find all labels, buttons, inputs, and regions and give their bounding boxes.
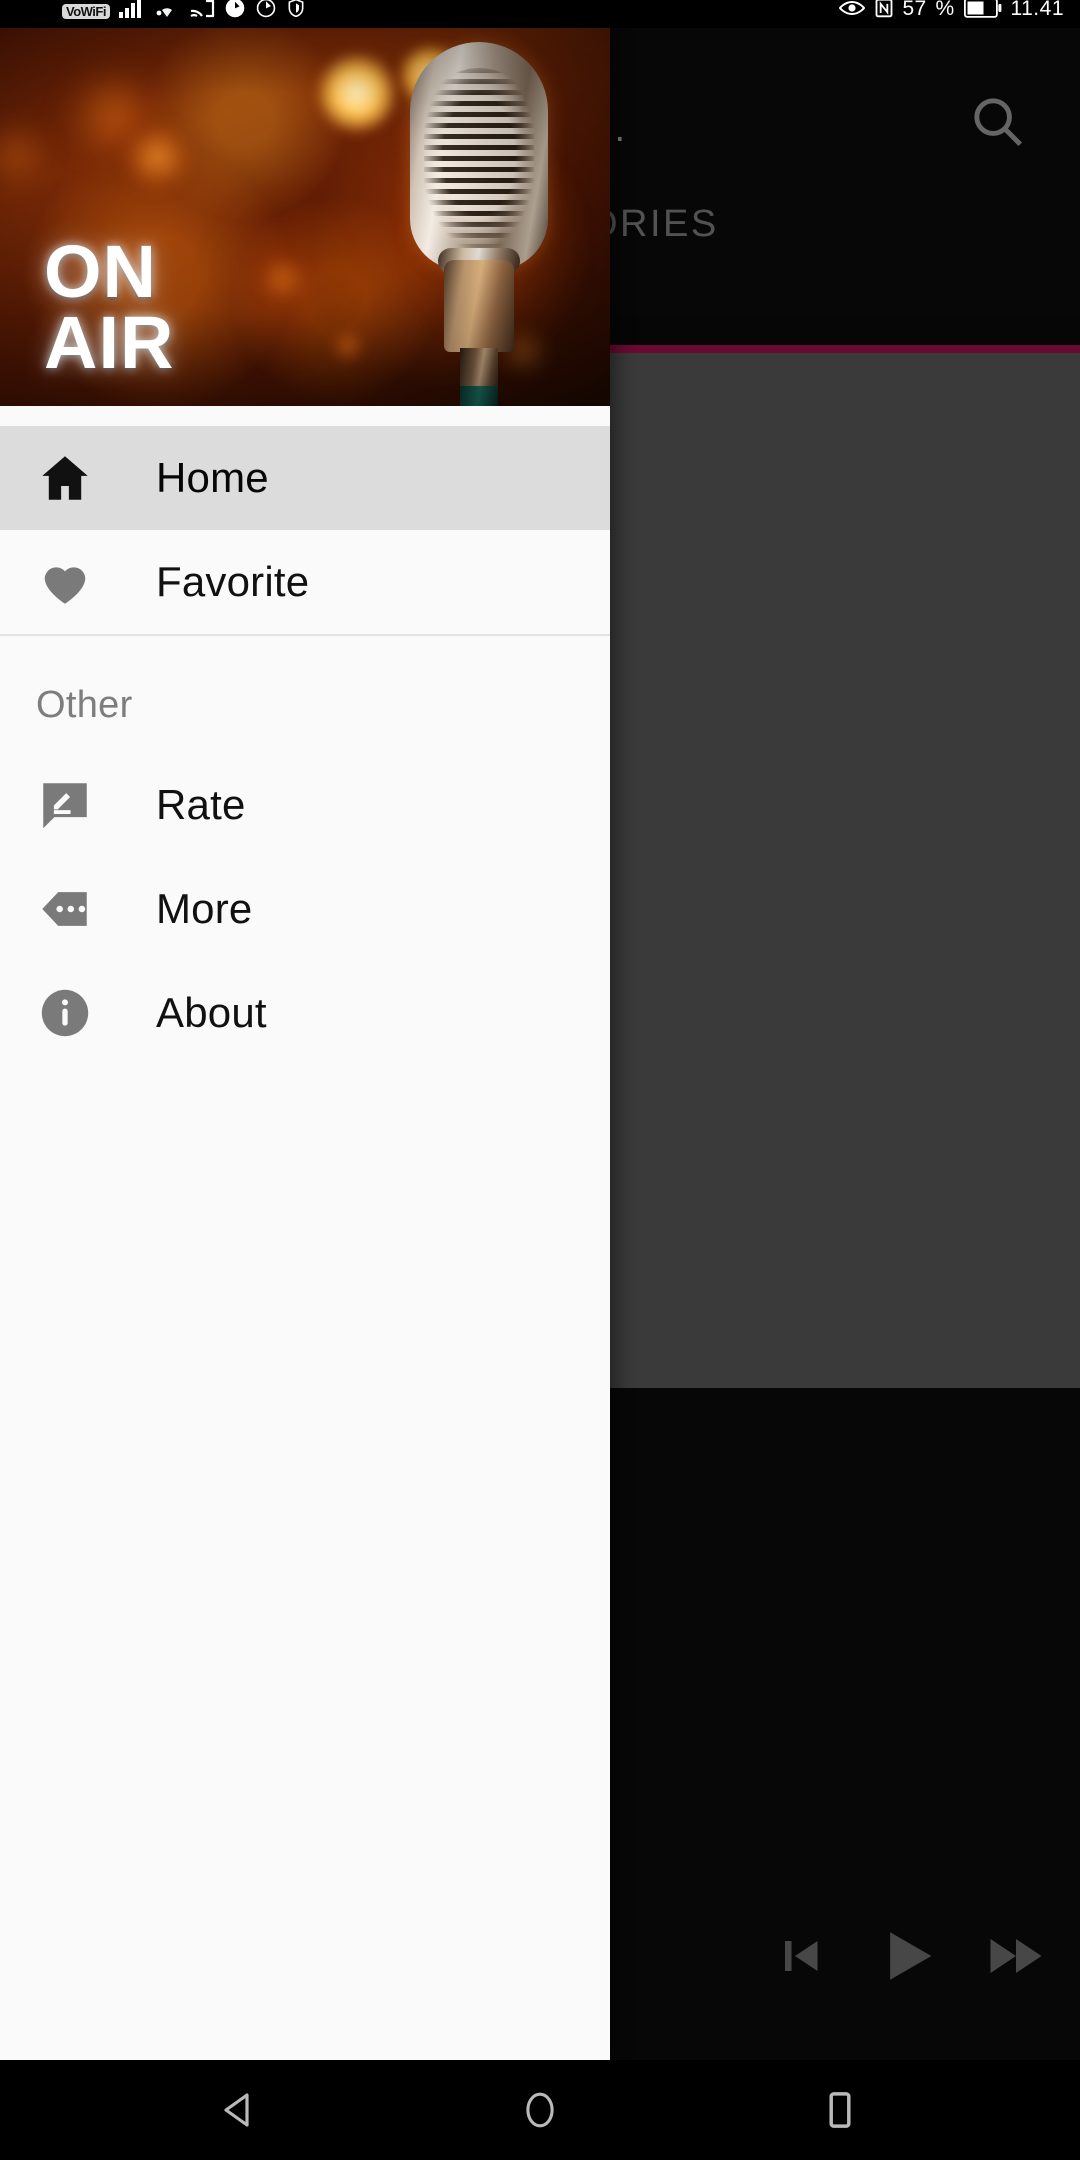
wifi-icon xyxy=(154,0,180,23)
nav-recents-button[interactable] xyxy=(810,2080,870,2140)
status-bar: VoWiFi 57 % 11.41 xyxy=(0,0,1080,28)
drawer-item-more-label: More xyxy=(156,885,253,932)
drawer-section-other: Other xyxy=(36,684,133,726)
nfc-icon xyxy=(874,0,894,24)
drawer-item-favorite[interactable]: Favorite xyxy=(0,530,610,634)
signal-bars-icon xyxy=(118,0,145,23)
drawer-item-more[interactable]: More xyxy=(0,857,610,961)
android-nav-bar xyxy=(0,2060,1080,2160)
nav-back-button[interactable] xyxy=(210,2080,270,2140)
drawer-header: ON AIR xyxy=(0,28,610,406)
on-air-line1: ON xyxy=(44,230,157,314)
more-tag-icon xyxy=(36,880,116,938)
vowifi-badge: VoWiFi xyxy=(62,3,110,19)
status-icons-right: 57 % 11.41 xyxy=(838,0,1070,28)
info-icon xyxy=(36,984,116,1042)
drawer-item-about[interactable]: About xyxy=(0,961,610,1065)
percent-symbol: % xyxy=(935,0,955,20)
drawer-item-rate[interactable]: Rate xyxy=(0,753,610,857)
phone-screen: .. ORIES VoWiFi 57 % 11.41 ON AIR Home F… xyxy=(0,0,1080,2160)
drawer-item-favorite-label: Favorite xyxy=(156,558,310,605)
navigation-drawer: ON AIR Home Favorite Other Rate More Abo… xyxy=(0,28,610,2060)
drawer-item-about-label: About xyxy=(156,989,267,1036)
battery-percent: 57 xyxy=(902,0,927,20)
drawer-item-home-label: Home xyxy=(156,454,269,501)
rate-review-icon xyxy=(36,776,116,834)
sync-icon xyxy=(224,0,246,24)
battery-icon xyxy=(963,0,1002,23)
eye-icon xyxy=(838,0,865,22)
heart-icon xyxy=(36,553,116,611)
shield-icon xyxy=(286,0,306,24)
drawer-main-group: Home Favorite xyxy=(0,426,610,634)
drawer-top-spacer xyxy=(0,406,610,426)
cast-icon xyxy=(189,0,215,23)
on-air-title: ON AIR xyxy=(44,230,175,384)
clock: 11.41 xyxy=(1010,0,1064,20)
status-icons-left: VoWiFi xyxy=(62,0,306,28)
drawer-item-rate-label: Rate xyxy=(156,781,246,828)
drawer-other-group: Rate More About xyxy=(0,753,610,1065)
home-icon xyxy=(36,449,116,507)
sync-alt-icon xyxy=(255,0,277,24)
drawer-item-home[interactable]: Home xyxy=(0,426,610,530)
nav-home-button[interactable] xyxy=(510,2080,570,2140)
on-air-line2: AIR xyxy=(44,300,175,384)
